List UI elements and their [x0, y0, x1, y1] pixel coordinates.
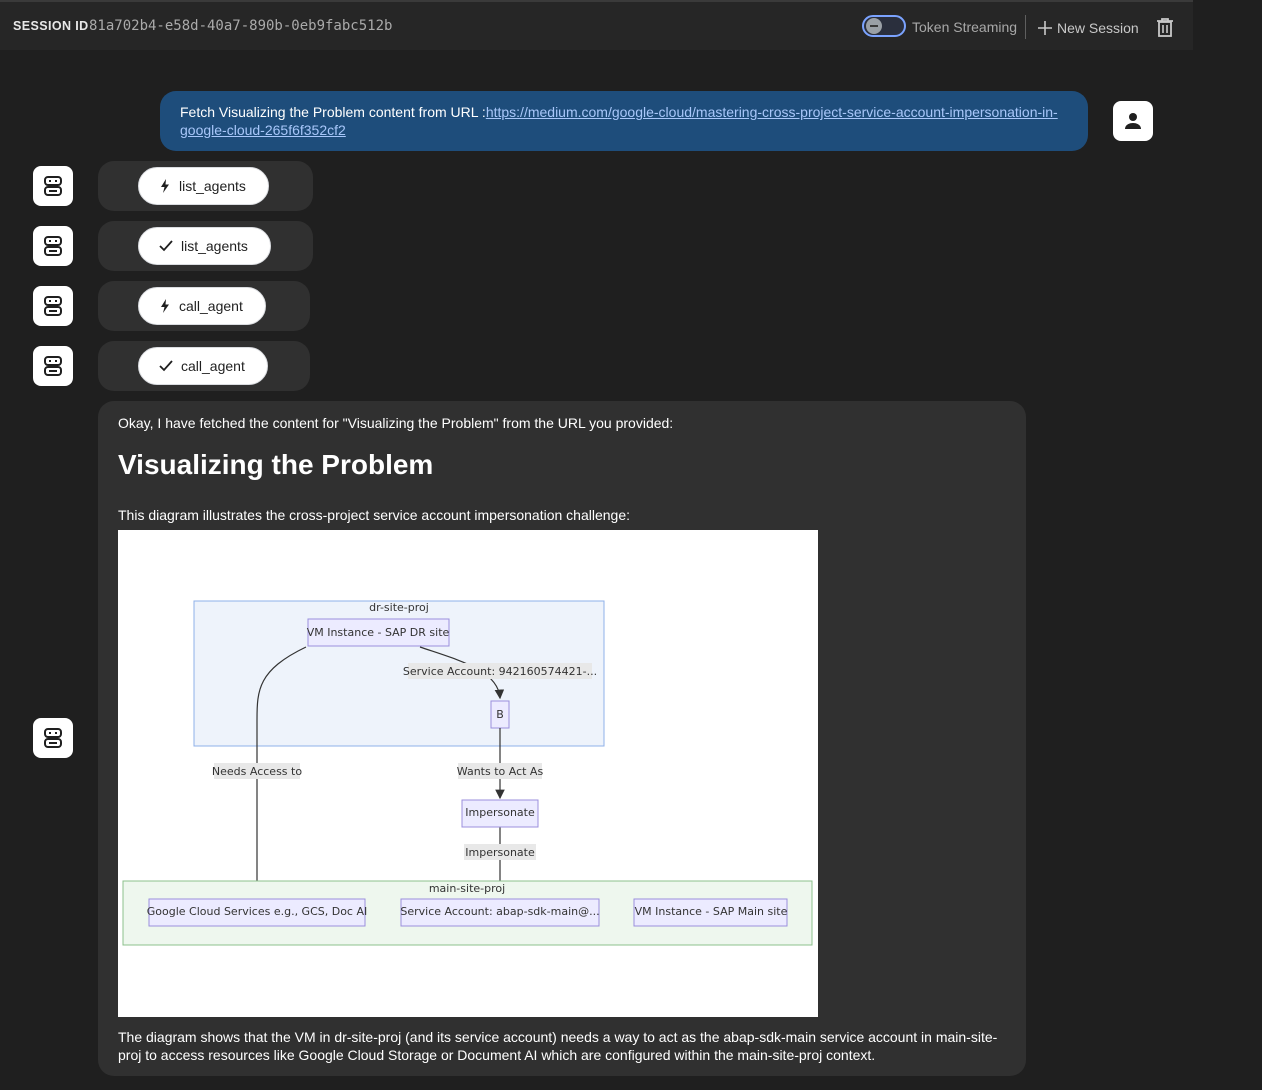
bot-avatar [33, 286, 73, 326]
robot-icon [44, 176, 62, 196]
tool-result-chip[interactable]: call_agent [138, 347, 268, 385]
user-message-text: Fetch Visualizing the Problem content fr… [180, 104, 486, 120]
main-vm-node-label: VM Instance - SAP Main site [635, 905, 788, 918]
tool-result-label: list_agents [181, 238, 248, 254]
node-b-label: B [496, 708, 504, 721]
check-icon [159, 360, 173, 372]
response-heading: Visualizing the Problem [118, 449, 434, 480]
user-message: Fetch Visualizing the Problem content fr… [160, 91, 1088, 151]
top-bar: SESSION ID 81a702b4-e58d-40a7-890b-0eb9f… [0, 0, 1193, 50]
tool-event-row: list_agents [98, 161, 313, 211]
impersonate-node-label: Impersonate [465, 806, 535, 819]
tool-call-chip[interactable]: call_agent [138, 287, 266, 325]
toggle-knob [866, 18, 882, 34]
bot-avatar [33, 718, 73, 758]
new-session-label: New Session [1057, 20, 1139, 36]
plus-icon [1038, 21, 1052, 35]
new-session-button[interactable]: New Session [1037, 17, 1139, 39]
wants-to-act-edge-label: Wants to Act As [457, 765, 544, 778]
token-streaming-toggle[interactable] [862, 15, 906, 37]
bolt-icon [161, 299, 169, 313]
response-intro: Okay, I have fetched the content for "Vi… [118, 415, 674, 431]
robot-icon [44, 728, 62, 748]
tool-event-row: call_agent [98, 281, 310, 331]
session-id-label: SESSION ID [13, 19, 89, 33]
bolt-icon [161, 179, 169, 193]
robot-icon [44, 356, 62, 376]
main-site-proj-label: main-site-proj [429, 882, 505, 895]
main-sa-node-label: Service Account: abap-sdk-main@... [400, 905, 599, 918]
needs-access-edge-label: Needs Access to [212, 765, 302, 778]
user-avatar [1113, 101, 1153, 141]
delete-icon[interactable] [1156, 17, 1174, 37]
tool-result-chip[interactable]: list_agents [138, 227, 271, 265]
architecture-diagram: dr-site-proj VM Instance - SAP DR site B… [118, 530, 818, 1017]
token-streaming-label: Token Streaming [912, 19, 1018, 35]
tool-call-label: call_agent [179, 298, 243, 314]
service-account-edge-label: Service Account: 942160574421-... [403, 665, 597, 678]
dr-vm-node-label: VM Instance - SAP DR site [307, 626, 450, 639]
bot-avatar [33, 166, 73, 206]
tool-call-label: list_agents [179, 178, 246, 194]
bot-avatar [33, 226, 73, 266]
gcs-node-label: Google Cloud Services e.g., GCS, Doc AI [147, 905, 368, 918]
response-outro: The diagram shows that the VM in dr-site… [118, 1029, 998, 1063]
bot-avatar [33, 346, 73, 386]
session-id-value: 81a702b4-e58d-40a7-890b-0eb9fabc512b [89, 18, 393, 34]
response-caption: This diagram illustrates the cross-proje… [118, 507, 631, 523]
robot-icon [44, 296, 62, 316]
tool-call-chip[interactable]: list_agents [138, 167, 269, 205]
agent-response: Okay, I have fetched the content for "Vi… [98, 401, 1026, 1076]
dr-site-proj-label: dr-site-proj [369, 601, 429, 614]
tool-event-row: call_agent [98, 341, 310, 391]
tool-event-row: list_agents [98, 221, 313, 271]
toolbar-divider [1025, 15, 1026, 39]
robot-icon [44, 236, 62, 256]
person-icon [1125, 113, 1141, 129]
check-icon [159, 240, 173, 252]
tool-result-label: call_agent [181, 358, 245, 374]
impersonate-edge-label: Impersonate [465, 846, 535, 859]
